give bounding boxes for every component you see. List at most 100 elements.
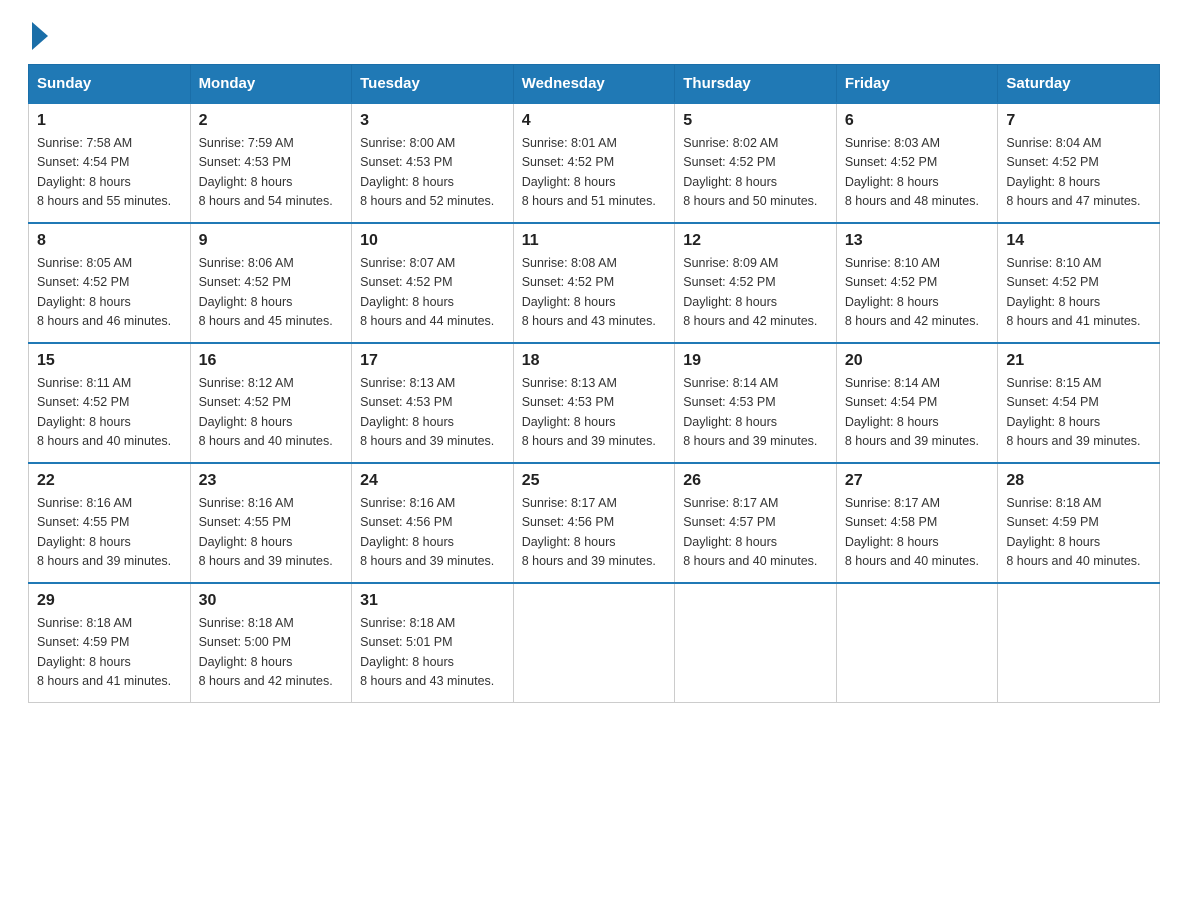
calendar-cell: 30 Sunrise: 8:18 AMSunset: 5:00 PMDaylig… [190,583,352,702]
calendar-cell: 3 Sunrise: 8:00 AMSunset: 4:53 PMDayligh… [352,103,514,223]
day-number: 30 [199,592,344,610]
calendar-body: 1 Sunrise: 7:58 AMSunset: 4:54 PMDayligh… [29,103,1160,702]
calendar-cell: 6 Sunrise: 8:03 AMSunset: 4:52 PMDayligh… [836,103,998,223]
day-number: 29 [37,592,182,610]
day-info: Sunrise: 8:08 AMSunset: 4:52 PMDaylight:… [522,256,656,328]
calendar-cell [998,583,1160,702]
day-number: 23 [199,472,344,490]
week-row-1: 1 Sunrise: 7:58 AMSunset: 4:54 PMDayligh… [29,103,1160,223]
calendar-cell: 2 Sunrise: 7:59 AMSunset: 4:53 PMDayligh… [190,103,352,223]
calendar-cell: 31 Sunrise: 8:18 AMSunset: 5:01 PMDaylig… [352,583,514,702]
day-info: Sunrise: 8:12 AMSunset: 4:52 PMDaylight:… [199,376,333,448]
day-info: Sunrise: 7:58 AMSunset: 4:54 PMDaylight:… [37,136,171,208]
calendar-cell: 17 Sunrise: 8:13 AMSunset: 4:53 PMDaylig… [352,343,514,463]
day-info: Sunrise: 8:14 AMSunset: 4:54 PMDaylight:… [845,376,979,448]
week-row-5: 29 Sunrise: 8:18 AMSunset: 4:59 PMDaylig… [29,583,1160,702]
day-info: Sunrise: 8:18 AMSunset: 4:59 PMDaylight:… [37,616,171,688]
calendar-cell [836,583,998,702]
calendar-cell: 19 Sunrise: 8:14 AMSunset: 4:53 PMDaylig… [675,343,837,463]
logo [28,24,48,46]
day-info: Sunrise: 8:13 AMSunset: 4:53 PMDaylight:… [360,376,494,448]
day-number: 22 [37,472,182,490]
calendar-cell [513,583,675,702]
calendar-cell: 1 Sunrise: 7:58 AMSunset: 4:54 PMDayligh… [29,103,191,223]
day-number: 20 [845,352,990,370]
calendar-cell: 4 Sunrise: 8:01 AMSunset: 4:52 PMDayligh… [513,103,675,223]
day-number: 5 [683,112,828,130]
day-info: Sunrise: 8:01 AMSunset: 4:52 PMDaylight:… [522,136,656,208]
day-number: 27 [845,472,990,490]
calendar-cell: 20 Sunrise: 8:14 AMSunset: 4:54 PMDaylig… [836,343,998,463]
day-number: 26 [683,472,828,490]
day-info: Sunrise: 8:00 AMSunset: 4:53 PMDaylight:… [360,136,494,208]
calendar-cell: 9 Sunrise: 8:06 AMSunset: 4:52 PMDayligh… [190,223,352,343]
day-info: Sunrise: 8:09 AMSunset: 4:52 PMDaylight:… [683,256,817,328]
day-info: Sunrise: 8:07 AMSunset: 4:52 PMDaylight:… [360,256,494,328]
day-info: Sunrise: 8:18 AMSunset: 5:00 PMDaylight:… [199,616,333,688]
day-number: 4 [522,112,667,130]
day-number: 21 [1006,352,1151,370]
weekday-header-sunday: Sunday [29,65,191,104]
calendar-cell: 8 Sunrise: 8:05 AMSunset: 4:52 PMDayligh… [29,223,191,343]
day-number: 9 [199,232,344,250]
calendar-table: SundayMondayTuesdayWednesdayThursdayFrid… [28,64,1160,703]
day-number: 19 [683,352,828,370]
weekday-header-saturday: Saturday [998,65,1160,104]
calendar-cell: 11 Sunrise: 8:08 AMSunset: 4:52 PMDaylig… [513,223,675,343]
calendar-cell: 7 Sunrise: 8:04 AMSunset: 4:52 PMDayligh… [998,103,1160,223]
day-number: 31 [360,592,505,610]
week-row-4: 22 Sunrise: 8:16 AMSunset: 4:55 PMDaylig… [29,463,1160,583]
calendar-cell: 12 Sunrise: 8:09 AMSunset: 4:52 PMDaylig… [675,223,837,343]
day-info: Sunrise: 8:05 AMSunset: 4:52 PMDaylight:… [37,256,171,328]
day-info: Sunrise: 8:03 AMSunset: 4:52 PMDaylight:… [845,136,979,208]
calendar-cell: 24 Sunrise: 8:16 AMSunset: 4:56 PMDaylig… [352,463,514,583]
day-info: Sunrise: 8:17 AMSunset: 4:58 PMDaylight:… [845,496,979,568]
day-number: 8 [37,232,182,250]
day-info: Sunrise: 8:04 AMSunset: 4:52 PMDaylight:… [1006,136,1140,208]
calendar-cell: 26 Sunrise: 8:17 AMSunset: 4:57 PMDaylig… [675,463,837,583]
day-info: Sunrise: 7:59 AMSunset: 4:53 PMDaylight:… [199,136,333,208]
day-number: 3 [360,112,505,130]
calendar-cell: 22 Sunrise: 8:16 AMSunset: 4:55 PMDaylig… [29,463,191,583]
day-info: Sunrise: 8:10 AMSunset: 4:52 PMDaylight:… [1006,256,1140,328]
day-number: 2 [199,112,344,130]
calendar-cell: 18 Sunrise: 8:13 AMSunset: 4:53 PMDaylig… [513,343,675,463]
calendar-cell: 10 Sunrise: 8:07 AMSunset: 4:52 PMDaylig… [352,223,514,343]
calendar-cell: 14 Sunrise: 8:10 AMSunset: 4:52 PMDaylig… [998,223,1160,343]
day-info: Sunrise: 8:15 AMSunset: 4:54 PMDaylight:… [1006,376,1140,448]
day-info: Sunrise: 8:17 AMSunset: 4:56 PMDaylight:… [522,496,656,568]
day-info: Sunrise: 8:16 AMSunset: 4:55 PMDaylight:… [199,496,333,568]
calendar-cell: 15 Sunrise: 8:11 AMSunset: 4:52 PMDaylig… [29,343,191,463]
day-info: Sunrise: 8:14 AMSunset: 4:53 PMDaylight:… [683,376,817,448]
day-number: 10 [360,232,505,250]
calendar-cell: 29 Sunrise: 8:18 AMSunset: 4:59 PMDaylig… [29,583,191,702]
day-info: Sunrise: 8:16 AMSunset: 4:56 PMDaylight:… [360,496,494,568]
week-row-2: 8 Sunrise: 8:05 AMSunset: 4:52 PMDayligh… [29,223,1160,343]
weekday-header-monday: Monday [190,65,352,104]
calendar-cell: 13 Sunrise: 8:10 AMSunset: 4:52 PMDaylig… [836,223,998,343]
logo-arrow-icon [32,22,48,50]
day-number: 13 [845,232,990,250]
day-number: 7 [1006,112,1151,130]
day-info: Sunrise: 8:11 AMSunset: 4:52 PMDaylight:… [37,376,171,448]
day-info: Sunrise: 8:13 AMSunset: 4:53 PMDaylight:… [522,376,656,448]
day-info: Sunrise: 8:10 AMSunset: 4:52 PMDaylight:… [845,256,979,328]
day-number: 25 [522,472,667,490]
page-header [28,24,1160,46]
day-number: 28 [1006,472,1151,490]
day-number: 24 [360,472,505,490]
day-info: Sunrise: 8:06 AMSunset: 4:52 PMDaylight:… [199,256,333,328]
calendar-header: SundayMondayTuesdayWednesdayThursdayFrid… [29,65,1160,104]
calendar-cell: 23 Sunrise: 8:16 AMSunset: 4:55 PMDaylig… [190,463,352,583]
day-info: Sunrise: 8:18 AMSunset: 5:01 PMDaylight:… [360,616,494,688]
day-number: 6 [845,112,990,130]
week-row-3: 15 Sunrise: 8:11 AMSunset: 4:52 PMDaylig… [29,343,1160,463]
day-info: Sunrise: 8:18 AMSunset: 4:59 PMDaylight:… [1006,496,1140,568]
calendar-cell: 28 Sunrise: 8:18 AMSunset: 4:59 PMDaylig… [998,463,1160,583]
day-number: 1 [37,112,182,130]
weekday-header-wednesday: Wednesday [513,65,675,104]
day-number: 16 [199,352,344,370]
day-number: 18 [522,352,667,370]
day-number: 12 [683,232,828,250]
calendar-cell [675,583,837,702]
